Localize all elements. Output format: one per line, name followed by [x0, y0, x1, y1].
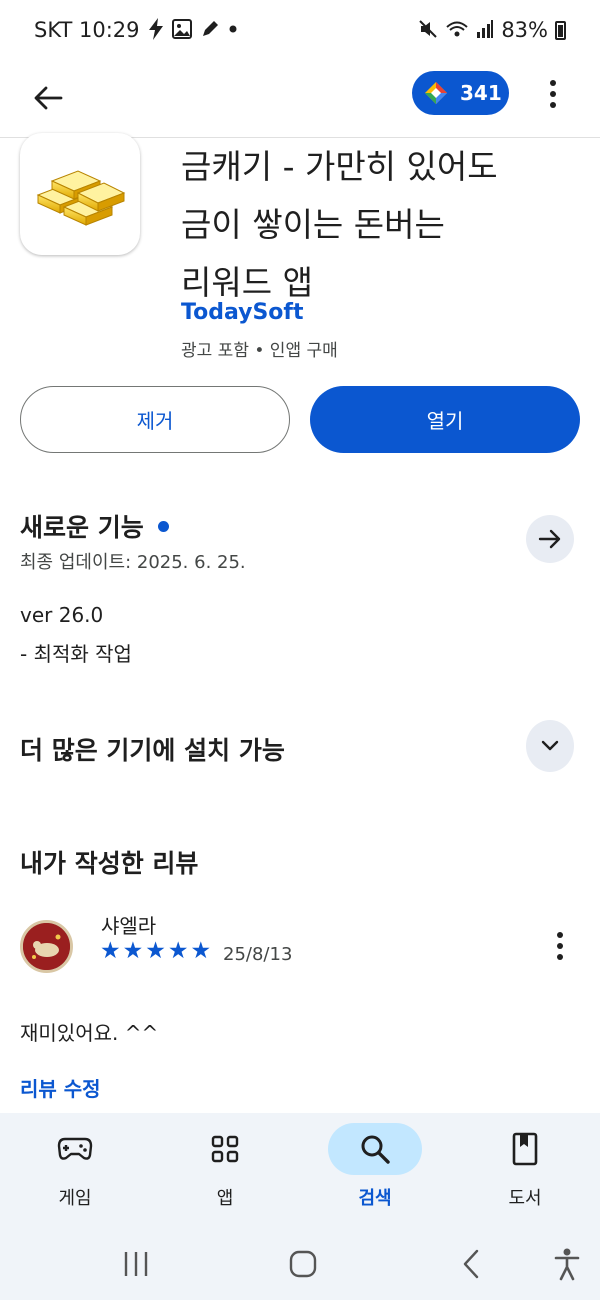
app-title-line: 금이 쌓이는 돈버는: [181, 205, 445, 244]
rat-avatar-icon: [23, 923, 70, 970]
bottom-navigation: 게임 앱 검색 도서: [0, 1113, 600, 1228]
status-left: SKT 10:29: [34, 17, 238, 43]
review-text: 재미있어요. ^^: [20, 1021, 159, 1045]
open-button[interactable]: 열기: [310, 386, 580, 453]
chevron-down-icon: [541, 740, 559, 751]
recents-button[interactable]: [118, 1242, 154, 1286]
star-rating: ★ ★ ★ ★ ★: [100, 940, 211, 963]
edit-review-link[interactable]: 리뷰 수정: [20, 1073, 101, 1102]
reviewer-name: 샤엘라: [101, 914, 157, 938]
book-icon: [490, 1123, 560, 1175]
search-icon: [328, 1123, 422, 1175]
back-button[interactable]: [24, 74, 72, 122]
dot: [550, 102, 556, 108]
nav-label: 앱: [216, 1188, 234, 1209]
star-icon: ★: [167, 938, 189, 964]
nav-label: 도서: [508, 1188, 542, 1209]
dot: [550, 91, 556, 97]
gamepad-icon: [40, 1123, 110, 1175]
avatar: [20, 920, 73, 973]
whats-new-header[interactable]: 새로운 기능: [20, 508, 169, 544]
accessibility-button[interactable]: [550, 1242, 584, 1286]
home-icon: [289, 1250, 317, 1278]
battery-percent: 83%: [501, 18, 548, 42]
app-title: 금캐기 - 가만히 있어도 금이 쌓이는 돈버는 리워드 앱: [181, 138, 581, 312]
top-app-bar: 341: [0, 60, 600, 138]
nav-games[interactable]: 게임: [0, 1113, 150, 1228]
chevron-left-icon: [463, 1249, 479, 1279]
battery-icon: [555, 20, 566, 40]
review-date: 25/8/13: [223, 944, 293, 965]
nav-apps[interactable]: 앱: [150, 1113, 300, 1228]
status-right: 83%: [418, 18, 566, 42]
apps-grid-icon: [190, 1123, 260, 1175]
my-review-title: 내가 작성한 리뷰: [20, 849, 199, 878]
signal-icon: [476, 19, 494, 42]
nav-label: 검색: [358, 1188, 392, 1209]
expand-devices-button[interactable]: [526, 720, 574, 772]
nav-books[interactable]: 도서: [450, 1113, 600, 1228]
app-title-line: 금캐기 - 가만히 있어도: [181, 147, 498, 186]
last-updated: 최종 업데이트: 2025. 6. 25.: [20, 552, 246, 573]
arrow-left-icon: [34, 86, 63, 110]
whats-new-title: 새로운 기능: [20, 513, 144, 542]
status-bar: SKT 10:29 83%: [0, 0, 600, 60]
nav-search[interactable]: 검색: [300, 1113, 450, 1228]
app-meta: 광고 포함 • 인앱 구매: [181, 341, 338, 361]
system-navigation-bar: [0, 1228, 600, 1300]
more-devices-title[interactable]: 더 많은 기기에 설치 가능: [20, 731, 285, 767]
more-options-button[interactable]: [535, 72, 571, 116]
home-button[interactable]: [286, 1242, 320, 1286]
points-count: 341: [460, 81, 502, 105]
system-back-button[interactable]: [456, 1242, 486, 1286]
mute-icon: [418, 19, 438, 42]
gold-bars-icon: [36, 170, 126, 226]
star-icon: ★: [145, 938, 166, 964]
release-notes: - 최적화 작업: [20, 642, 132, 666]
whats-new-arrow-button[interactable]: [526, 515, 574, 563]
star-icon: ★: [190, 938, 212, 964]
bolt-icon: [148, 17, 164, 43]
carrier-time: SKT 10:29: [34, 18, 140, 42]
pen-icon: [200, 19, 220, 42]
dot: [550, 80, 556, 86]
recents-icon: [124, 1252, 148, 1276]
uninstall-button[interactable]: 제거: [20, 386, 290, 453]
arrow-right-icon: [538, 529, 561, 549]
play-points-icon: [425, 82, 447, 104]
developer-link[interactable]: TodaySoft: [181, 300, 304, 325]
star-icon: ★: [122, 938, 144, 964]
dot: [557, 954, 563, 960]
app-icon: [20, 133, 140, 255]
dot-icon: [228, 19, 238, 42]
version-text: ver 26.0: [20, 603, 104, 627]
play-points-button[interactable]: 341: [412, 71, 509, 115]
dot: [557, 943, 563, 949]
nav-label: 게임: [58, 1188, 92, 1209]
review-options-button[interactable]: [545, 928, 575, 964]
gallery-icon: [171, 18, 192, 42]
new-indicator-dot: [157, 520, 169, 532]
accessibility-icon: [554, 1248, 580, 1281]
star-icon: ★: [100, 938, 121, 964]
wifi-icon: [445, 19, 469, 42]
dot: [557, 932, 563, 938]
